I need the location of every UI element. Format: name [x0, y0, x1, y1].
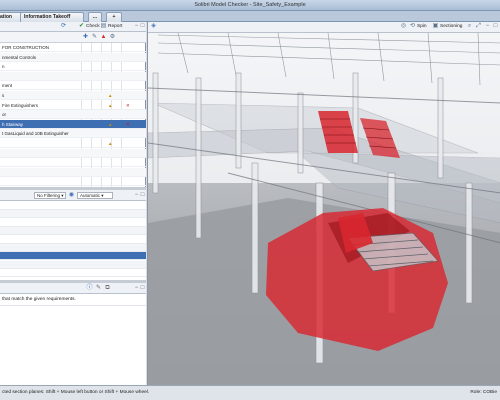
result-row[interactable]	[0, 227, 146, 236]
3d-canvas[interactable]	[148, 33, 500, 385]
spin-button[interactable]: Spin	[417, 23, 427, 31]
result-row[interactable]	[0, 252, 146, 261]
result-row[interactable]	[0, 269, 146, 278]
ruleset-row-label: or	[2, 112, 7, 118]
spin-icon[interactable]: ⟲	[409, 23, 416, 30]
camera-icon[interactable]: ◎	[400, 23, 407, 30]
check-button[interactable]: Check	[86, 23, 100, 31]
refresh-icon[interactable]: ⟳	[60, 23, 67, 30]
fit-icon[interactable]: ⤢	[475, 23, 482, 30]
ruleset-row-label	[0, 141, 2, 146]
maximize-icon[interactable]: □	[492, 23, 499, 30]
ruleset-row[interactable]: t GasLiquid and 10B Extinguisher	[0, 129, 146, 139]
maximize-icon[interactable]: □	[139, 23, 146, 30]
ruleset-row-label	[0, 74, 2, 79]
edit-icon[interactable]: ✎	[91, 34, 98, 41]
check-icon[interactable]: ✔	[78, 23, 85, 30]
edit-icon[interactable]: ✎	[95, 285, 102, 292]
ruleset-row-label: nmental Controls	[2, 54, 37, 60]
ruleset-row[interactable]	[0, 71, 146, 81]
ruleset-header: ✚ ✎ ▲ ⚙	[0, 32, 146, 43]
copy-icon[interactable]: ⧉	[104, 285, 111, 292]
view-toolbar: ◈ ◎ ⟲ Spin ▣ Sectioning ⌕ ⤢ − □	[148, 22, 500, 33]
ruleset-row-label: h Stairway	[2, 121, 24, 127]
visibility-icon[interactable]: ◉	[68, 192, 75, 199]
info-icon[interactable]: ⓘ	[86, 285, 93, 292]
warning-icon: ▲	[108, 93, 113, 98]
ruleset-row[interactable]: or	[0, 110, 146, 120]
ruleset-row-label: Fire Extinguishers	[2, 102, 39, 108]
model-view: ◈ ◎ ⟲ Spin ▣ Sectioning ⌕ ⤢ − □	[147, 22, 500, 385]
view-3d-icon[interactable]: ◈	[150, 23, 157, 30]
tab-more[interactable]: ...	[88, 12, 102, 22]
tab-strip: ation Information Takeoff ... +	[0, 11, 500, 22]
maximize-icon[interactable]: □	[139, 285, 146, 292]
info-content-area	[0, 305, 146, 385]
result-row[interactable]	[0, 210, 146, 219]
result-row[interactable]	[0, 219, 146, 227]
ruleset-row[interactable]	[0, 177, 146, 187]
warning-icon: ▲	[108, 141, 113, 146]
title-bar: Solibri Model Checker - Site_Safety_Exam…	[0, 0, 500, 11]
status-role: Role: COBie	[470, 390, 497, 395]
result-row[interactable]	[0, 236, 146, 244]
ruleset-row[interactable]: n	[0, 62, 146, 72]
ruleset-row-label: s	[2, 93, 5, 98]
add-rule-icon[interactable]: ✚	[82, 34, 89, 41]
ruleset-row[interactable]	[0, 158, 146, 168]
mode-select[interactable]: Automatic ▾	[77, 192, 113, 199]
error-icon: ✕	[126, 102, 130, 108]
result-row[interactable]	[0, 244, 146, 252]
minimize-icon[interactable]: −	[484, 23, 491, 30]
ruleset-row[interactable]: FOR CONSTRUCTION	[0, 43, 146, 52]
left-panel: ⟳ ✔ Check ▤ Report − □ ✚ ✎ ▲ ⚙ FOR CONST…	[0, 22, 146, 385]
ruleset-row-label	[0, 160, 2, 165]
ruleset-row[interactable]: Fire Extinguishers ▲ ✕	[0, 101, 146, 110]
ruleset-row-label: t GasLiquid and 10B Extinguisher	[2, 131, 69, 137]
warning-icon: ▲	[108, 121, 113, 127]
status-bar: cted section planes: Shift + Mouse left …	[0, 385, 500, 400]
ruleset-row[interactable]: ▲	[0, 139, 146, 148]
ruleset-row-label: n	[2, 64, 5, 70]
window-title: Solibri Model Checker - Site_Safety_Exam…	[194, 2, 306, 8]
ruleset-row-label	[0, 179, 2, 184]
sectioning-icon[interactable]: ▣	[432, 23, 439, 30]
zoom-icon[interactable]: ⌕	[466, 23, 473, 30]
results-toolbar: No Filtering ▾ ◉ Automatic ▾ − □	[0, 190, 146, 201]
report-icon[interactable]: ▤	[100, 23, 107, 30]
ruleset-row[interactable]: h Stairway ▲ ✕	[0, 119, 146, 129]
ruleset-row-label: FOR CONSTRUCTION	[2, 45, 49, 50]
result-row[interactable]	[0, 202, 146, 210]
ruleset-row[interactable]: ment	[0, 81, 146, 91]
filter-select[interactable]: No Filtering ▾	[34, 192, 66, 199]
remove-icon[interactable]: ▲	[100, 34, 107, 41]
ruleset-row[interactable]	[0, 148, 146, 158]
info-panel: ⓘ ✎ ⧉ − □ that match the given requireme…	[0, 283, 146, 385]
ruleset-row-label	[0, 151, 2, 156]
info-toolbar: ⓘ ✎ ⧉ − □	[0, 283, 146, 294]
ruleset-tree: ✚ ✎ ▲ ⚙ FOR CONSTRUCTION nmental Controls…	[0, 32, 146, 187]
warning-icon: ▲	[108, 102, 113, 108]
result-row[interactable]	[0, 260, 146, 269]
error-icon: ✕	[126, 121, 130, 127]
ruleset-toolbar: ⟳ ✔ Check ▤ Report − □	[0, 22, 146, 32]
ruleset-row[interactable]: s ▲	[0, 91, 146, 100]
maximize-icon[interactable]: □	[139, 192, 146, 199]
ruleset-row[interactable]: nmental Controls	[0, 52, 146, 62]
status-hint: cted section planes: Shift + Mouse left …	[2, 390, 150, 395]
tab-add[interactable]: +	[106, 12, 122, 22]
results-panel: No Filtering ▾ ◉ Automatic ▾ − □	[0, 190, 146, 280]
ruleset-row-label: ment	[2, 83, 13, 89]
ruleset-row-label	[0, 170, 2, 175]
tab-information-takeoff[interactable]: Information Takeoff	[20, 12, 84, 22]
sectioning-button[interactable]: Sectioning	[440, 23, 462, 31]
info-description: that match the given requirements.	[2, 297, 76, 302]
ruleset-row[interactable]	[0, 167, 146, 177]
settings-icon[interactable]: ⚙	[109, 34, 116, 41]
report-button[interactable]: Report	[108, 23, 122, 31]
building-model-render	[148, 33, 500, 385]
